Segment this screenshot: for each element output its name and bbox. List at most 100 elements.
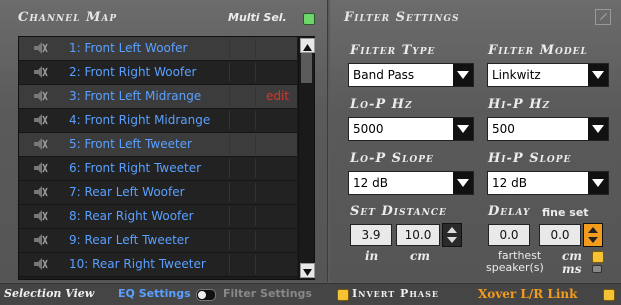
lop-slope-value: 12 dB xyxy=(353,176,388,190)
decrement-icon xyxy=(447,237,457,243)
dropdown-arrow-icon xyxy=(588,118,608,140)
speakers-label: speaker(s) xyxy=(486,261,544,274)
speaker-icon[interactable] xyxy=(32,209,48,223)
speaker-icon[interactable] xyxy=(32,89,48,103)
distance-stepper[interactable] xyxy=(442,223,462,247)
ms-toggle-led[interactable] xyxy=(592,265,602,273)
filter-model-select[interactable]: Linkwitz xyxy=(487,63,609,87)
row-divider xyxy=(229,231,230,250)
popout-icon[interactable] xyxy=(595,9,611,25)
channel-row[interactable]: 9: Rear Left Tweeter xyxy=(19,229,297,253)
eq-settings-tab[interactable]: EQ Settings xyxy=(118,287,191,300)
hip-slope-label: Hi-P Slope xyxy=(488,151,572,166)
dropdown-arrow-icon xyxy=(588,172,608,194)
chevron-down-icon xyxy=(303,269,312,276)
channel-row[interactable]: 4: Front Right Midrange xyxy=(19,109,297,133)
ms-toggle-label: ms xyxy=(562,262,582,276)
filter-type-select[interactable]: Band Pass xyxy=(348,63,474,87)
delay-fine-field[interactable]: 0.0 xyxy=(539,224,581,246)
xover-link-led[interactable] xyxy=(603,289,615,301)
channel-label: 5: Front Left Tweeter xyxy=(69,137,192,151)
lop-slope-select[interactable]: 12 dB xyxy=(348,171,474,195)
distance-cm-field[interactable]: 10.0 xyxy=(396,224,440,246)
channel-map-title: Channel Map xyxy=(18,10,118,25)
speaker-icon[interactable] xyxy=(32,233,48,247)
filter-model-label: Filter Model xyxy=(488,43,588,58)
speaker-icon[interactable] xyxy=(32,185,48,199)
channel-label: 6: Front Right Tweeter xyxy=(69,161,202,175)
channel-label: 4: Front Right Midrange xyxy=(69,113,211,127)
hip-slope-value: 12 dB xyxy=(492,176,527,190)
dropdown-arrow-icon xyxy=(453,118,473,140)
row-divider xyxy=(255,159,256,178)
lop-slope-label: Lo-P Slope xyxy=(350,151,434,166)
cm-toggle-led[interactable] xyxy=(592,251,604,263)
channel-list: 1: Front Left Woofer 2: Front Right Woofe… xyxy=(18,36,315,280)
hip-hz-value: 500 xyxy=(492,122,515,136)
invert-phase-label[interactable]: Invert Phase xyxy=(352,287,439,300)
speaker-icon[interactable] xyxy=(32,41,48,55)
speaker-icon[interactable] xyxy=(32,113,48,127)
row-divider xyxy=(255,135,256,154)
channel-row[interactable]: 5: Front Left Tweeter xyxy=(19,133,297,157)
set-distance-label: Set Distance xyxy=(350,204,447,219)
channel-map-panel: Channel Map Multi Sel. 1: Front Left Woo… xyxy=(0,0,328,282)
channel-row[interactable]: 7: Rear Left Woofer xyxy=(19,181,297,205)
dropdown-arrow-icon xyxy=(588,64,608,86)
channel-label: 1: Front Left Woofer xyxy=(69,41,188,55)
row-divider xyxy=(229,135,230,154)
speaker-icon[interactable] xyxy=(32,161,48,175)
filter-settings-tab[interactable]: Filter Settings xyxy=(223,287,312,300)
multi-sel-toggle[interactable] xyxy=(303,13,315,25)
channel-label: 7: Rear Left Woofer xyxy=(69,185,185,199)
channel-row[interactable]: 2: Front Right Woofer xyxy=(19,61,297,85)
filter-type-value: Band Pass xyxy=(353,68,415,82)
lop-hz-select[interactable]: 5000 xyxy=(348,117,474,141)
filter-settings-panel: Filter Settings Filter Type Filter Model… xyxy=(330,0,621,282)
channel-label: 9: Rear Left Tweeter xyxy=(69,233,190,247)
invert-phase-led[interactable] xyxy=(337,289,349,301)
delay-fine-stepper[interactable] xyxy=(583,223,603,247)
scroll-down-button[interactable] xyxy=(300,263,315,278)
cm-unit-label: cm xyxy=(410,249,431,263)
multi-sel-label: Multi Sel. xyxy=(228,11,287,24)
channel-row[interactable]: 10: Rear Right Tweeter xyxy=(19,253,297,277)
scroll-up-button[interactable] xyxy=(300,38,315,53)
hip-slope-select[interactable]: 12 dB xyxy=(487,171,609,195)
channel-label: 10: Rear Right Tweeter xyxy=(69,257,206,271)
row-divider xyxy=(255,63,256,82)
filter-type-label: Filter Type xyxy=(350,43,436,58)
speaker-icon[interactable] xyxy=(32,257,48,271)
dropdown-arrow-icon xyxy=(453,64,473,86)
edit-link[interactable]: edit xyxy=(266,89,289,103)
row-divider xyxy=(255,87,256,106)
channel-row[interactable]: 3: Front Left Midrange edit xyxy=(19,85,297,109)
lop-hz-label: Lo-P Hz xyxy=(350,97,413,112)
channel-row[interactable]: 6: Front Right Tweeter xyxy=(19,157,297,181)
delay-field[interactable]: 0.0 xyxy=(488,224,530,246)
hip-hz-select[interactable]: 500 xyxy=(487,117,609,141)
channel-row[interactable]: 1: Front Left Woofer xyxy=(19,37,297,61)
speaker-icon[interactable] xyxy=(32,137,48,151)
scroll-thumb[interactable] xyxy=(301,53,312,83)
delay-label: Delay xyxy=(488,204,531,219)
row-divider xyxy=(229,111,230,130)
channel-list-scrollbar[interactable] xyxy=(298,37,315,279)
distance-in-field[interactable]: 3.9 xyxy=(350,224,392,246)
channel-row[interactable]: 8: Rear Right Woofer xyxy=(19,205,297,229)
filter-model-value: Linkwitz xyxy=(492,68,541,82)
bottom-bar: Selection View EQ Settings Filter Settin… xyxy=(0,283,621,305)
row-divider xyxy=(229,183,230,202)
row-divider xyxy=(229,87,230,106)
xover-link-label[interactable]: Xover L/R Link xyxy=(478,287,577,301)
channel-label: 8: Rear Right Woofer xyxy=(69,209,194,223)
row-divider xyxy=(255,39,256,58)
row-divider xyxy=(229,39,230,58)
in-unit-label: in xyxy=(365,249,379,263)
row-divider xyxy=(229,255,230,274)
increment-icon xyxy=(588,227,598,233)
view-toggle[interactable] xyxy=(196,289,216,301)
cm-toggle-label: cm xyxy=(562,249,583,263)
row-divider xyxy=(255,231,256,250)
speaker-icon[interactable] xyxy=(32,65,48,79)
